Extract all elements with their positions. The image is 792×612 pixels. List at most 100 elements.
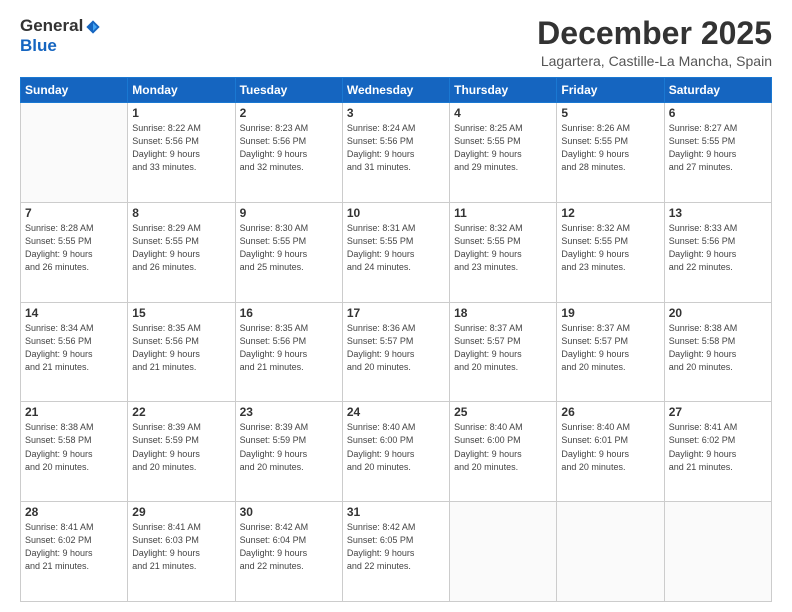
calendar-header-row: SundayMondayTuesdayWednesdayThursdayFrid… bbox=[21, 78, 772, 103]
page: General Blue December 2025 Lagartera, Ca… bbox=[0, 0, 792, 612]
calendar-cell: 1Sunrise: 8:22 AM Sunset: 5:56 PM Daylig… bbox=[128, 103, 235, 203]
day-number: 13 bbox=[669, 206, 767, 220]
calendar-cell: 27Sunrise: 8:41 AM Sunset: 6:02 PM Dayli… bbox=[664, 402, 771, 502]
logo-text: General Blue bbox=[20, 16, 101, 55]
day-info: Sunrise: 8:40 AM Sunset: 6:01 PM Dayligh… bbox=[561, 421, 659, 473]
day-info: Sunrise: 8:35 AM Sunset: 5:56 PM Dayligh… bbox=[240, 322, 338, 374]
calendar-cell bbox=[21, 103, 128, 203]
calendar-cell: 28 Sunrise: 8:41 AM Sunset: 6:02 PM Dayli… bbox=[21, 502, 128, 602]
day-number: 7 bbox=[25, 206, 123, 220]
day-number: 17 bbox=[347, 306, 445, 320]
calendar-cell: 22 Sunrise: 8:39 AM Sunset: 5:59 PM Dayli… bbox=[128, 402, 235, 502]
calendar-cell bbox=[450, 502, 557, 602]
day-info: Sunrise: 8:29 AM Sunset: 5:55 PM Dayligh… bbox=[132, 222, 230, 274]
day-number: 16 bbox=[240, 306, 338, 320]
day-number: 19 bbox=[561, 306, 659, 320]
calendar-week-row: 1Sunrise: 8:22 AM Sunset: 5:56 PM Daylig… bbox=[21, 103, 772, 203]
day-number: 31 bbox=[347, 505, 445, 519]
calendar-cell: 9Sunrise: 8:30 AM Sunset: 5:55 PM Daylig… bbox=[235, 202, 342, 302]
calendar-week-row: 7 Sunrise: 8:28 AM Sunset: 5:55 PM Daylig… bbox=[21, 202, 772, 302]
calendar-cell: 4 Sunrise: 8:25 AM Sunset: 5:55 PM Daylig… bbox=[450, 103, 557, 203]
day-info: Sunrise: 8:35 AM Sunset: 5:56 PM Dayligh… bbox=[132, 322, 230, 374]
day-number: 30 bbox=[240, 505, 338, 519]
calendar-cell: 25 Sunrise: 8:40 AM Sunset: 6:00 PM Dayli… bbox=[450, 402, 557, 502]
day-number: 21 bbox=[25, 405, 123, 419]
day-info: Sunrise: 8:38 AM Sunset: 5:58 PM Dayligh… bbox=[669, 322, 767, 374]
calendar-cell: 17 Sunrise: 8:36 AM Sunset: 5:57 PM Dayli… bbox=[342, 302, 449, 402]
calendar-cell: 2 Sunrise: 8:23 AM Sunset: 5:56 PM Daylig… bbox=[235, 103, 342, 203]
day-info: Sunrise: 8:39 AM Sunset: 5:59 PM Dayligh… bbox=[240, 421, 338, 473]
day-info: Sunrise: 8:28 AM Sunset: 5:55 PM Dayligh… bbox=[25, 222, 123, 274]
calendar-cell: 24Sunrise: 8:40 AM Sunset: 6:00 PM Dayli… bbox=[342, 402, 449, 502]
day-number: 29 bbox=[132, 505, 230, 519]
day-info: Sunrise: 8:26 AM Sunset: 5:55 PM Dayligh… bbox=[561, 122, 659, 174]
day-number: 11 bbox=[454, 206, 552, 220]
logo-blue: Blue bbox=[20, 36, 101, 56]
day-info: Sunrise: 8:36 AM Sunset: 5:57 PM Dayligh… bbox=[347, 322, 445, 374]
day-info: Sunrise: 8:40 AM Sunset: 6:00 PM Dayligh… bbox=[454, 421, 552, 473]
day-info: Sunrise: 8:41 AM Sunset: 6:02 PM Dayligh… bbox=[25, 521, 123, 573]
logo-general: General bbox=[20, 16, 101, 36]
day-number: 22 bbox=[132, 405, 230, 419]
day-info: Sunrise: 8:25 AM Sunset: 5:55 PM Dayligh… bbox=[454, 122, 552, 174]
weekday-header-monday: Monday bbox=[128, 78, 235, 103]
day-number: 27 bbox=[669, 405, 767, 419]
day-info: Sunrise: 8:40 AM Sunset: 6:00 PM Dayligh… bbox=[347, 421, 445, 473]
day-info: Sunrise: 8:39 AM Sunset: 5:59 PM Dayligh… bbox=[132, 421, 230, 473]
day-number: 26 bbox=[561, 405, 659, 419]
calendar-cell: 18Sunrise: 8:37 AM Sunset: 5:57 PM Dayli… bbox=[450, 302, 557, 402]
weekday-header-saturday: Saturday bbox=[664, 78, 771, 103]
day-number: 4 bbox=[454, 106, 552, 120]
day-number: 18 bbox=[454, 306, 552, 320]
calendar-cell: 5 Sunrise: 8:26 AM Sunset: 5:55 PM Daylig… bbox=[557, 103, 664, 203]
calendar-week-row: 14 Sunrise: 8:34 AM Sunset: 5:56 PM Dayli… bbox=[21, 302, 772, 402]
day-number: 3 bbox=[347, 106, 445, 120]
day-info: Sunrise: 8:32 AM Sunset: 5:55 PM Dayligh… bbox=[454, 222, 552, 274]
calendar-table: SundayMondayTuesdayWednesdayThursdayFrid… bbox=[20, 77, 772, 602]
calendar-cell: 10 Sunrise: 8:31 AM Sunset: 5:55 PM Dayli… bbox=[342, 202, 449, 302]
calendar-cell bbox=[664, 502, 771, 602]
weekday-header-wednesday: Wednesday bbox=[342, 78, 449, 103]
day-info: Sunrise: 8:34 AM Sunset: 5:56 PM Dayligh… bbox=[25, 322, 123, 374]
day-number: 25 bbox=[454, 405, 552, 419]
calendar-cell: 21 Sunrise: 8:38 AM Sunset: 5:58 PM Dayli… bbox=[21, 402, 128, 502]
day-number: 14 bbox=[25, 306, 123, 320]
month-title: December 2025 bbox=[537, 16, 772, 51]
header: General Blue December 2025 Lagartera, Ca… bbox=[20, 16, 772, 69]
day-info: Sunrise: 8:31 AM Sunset: 5:55 PM Dayligh… bbox=[347, 222, 445, 274]
calendar-cell: 31Sunrise: 8:42 AM Sunset: 6:05 PM Dayli… bbox=[342, 502, 449, 602]
calendar-cell: 3Sunrise: 8:24 AM Sunset: 5:56 PM Daylig… bbox=[342, 103, 449, 203]
logo: General Blue bbox=[20, 16, 101, 55]
weekday-header-friday: Friday bbox=[557, 78, 664, 103]
calendar-cell: 14 Sunrise: 8:34 AM Sunset: 5:56 PM Dayli… bbox=[21, 302, 128, 402]
day-number: 2 bbox=[240, 106, 338, 120]
day-info: Sunrise: 8:23 AM Sunset: 5:56 PM Dayligh… bbox=[240, 122, 338, 174]
day-number: 23 bbox=[240, 405, 338, 419]
calendar-cell: 15Sunrise: 8:35 AM Sunset: 5:56 PM Dayli… bbox=[128, 302, 235, 402]
day-number: 6 bbox=[669, 106, 767, 120]
day-number: 28 bbox=[25, 505, 123, 519]
weekday-header-sunday: Sunday bbox=[21, 78, 128, 103]
day-info: Sunrise: 8:22 AM Sunset: 5:56 PM Dayligh… bbox=[132, 122, 230, 174]
calendar-cell: 16 Sunrise: 8:35 AM Sunset: 5:56 PM Dayli… bbox=[235, 302, 342, 402]
day-number: 5 bbox=[561, 106, 659, 120]
day-info: Sunrise: 8:37 AM Sunset: 5:57 PM Dayligh… bbox=[561, 322, 659, 374]
day-number: 8 bbox=[132, 206, 230, 220]
day-number: 12 bbox=[561, 206, 659, 220]
calendar-cell: 12 Sunrise: 8:32 AM Sunset: 5:55 PM Dayli… bbox=[557, 202, 664, 302]
day-info: Sunrise: 8:41 AM Sunset: 6:03 PM Dayligh… bbox=[132, 521, 230, 573]
day-number: 10 bbox=[347, 206, 445, 220]
location: Lagartera, Castille-La Mancha, Spain bbox=[537, 53, 772, 69]
day-info: Sunrise: 8:30 AM Sunset: 5:55 PM Dayligh… bbox=[240, 222, 338, 274]
day-info: Sunrise: 8:38 AM Sunset: 5:58 PM Dayligh… bbox=[25, 421, 123, 473]
day-info: Sunrise: 8:42 AM Sunset: 6:04 PM Dayligh… bbox=[240, 521, 338, 573]
calendar-cell: 7 Sunrise: 8:28 AM Sunset: 5:55 PM Daylig… bbox=[21, 202, 128, 302]
calendar-cell: 23 Sunrise: 8:39 AM Sunset: 5:59 PM Dayli… bbox=[235, 402, 342, 502]
day-info: Sunrise: 8:32 AM Sunset: 5:55 PM Dayligh… bbox=[561, 222, 659, 274]
weekday-header-thursday: Thursday bbox=[450, 78, 557, 103]
calendar-cell: 20Sunrise: 8:38 AM Sunset: 5:58 PM Dayli… bbox=[664, 302, 771, 402]
day-info: Sunrise: 8:27 AM Sunset: 5:55 PM Dayligh… bbox=[669, 122, 767, 174]
calendar-cell: 11 Sunrise: 8:32 AM Sunset: 5:55 PM Dayli… bbox=[450, 202, 557, 302]
calendar-cell: 6 Sunrise: 8:27 AM Sunset: 5:55 PM Daylig… bbox=[664, 103, 771, 203]
calendar-week-row: 21 Sunrise: 8:38 AM Sunset: 5:58 PM Dayli… bbox=[21, 402, 772, 502]
